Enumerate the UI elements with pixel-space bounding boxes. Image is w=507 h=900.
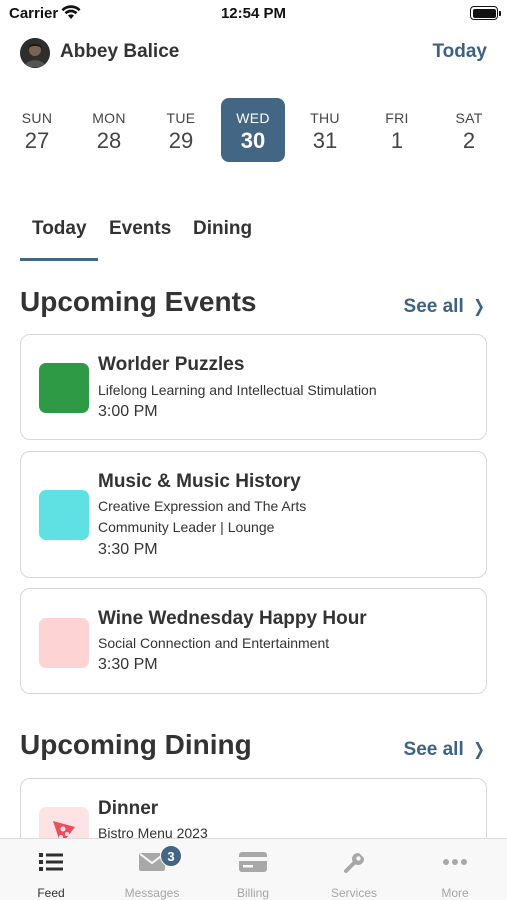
- day-thu[interactable]: THU 31: [293, 98, 357, 162]
- bottom-tab-bar: Feed 3 Messages Billing Services More: [0, 838, 507, 900]
- see-all-label: See all: [403, 739, 464, 760]
- profile-header: Abbey Balice Today: [20, 37, 487, 69]
- tab-bar-billing[interactable]: Billing: [203, 839, 303, 900]
- tab-bar-label: Services: [330, 886, 377, 900]
- day-sat[interactable]: SAT 2: [437, 98, 501, 162]
- event-card[interactable]: Wine Wednesday Happy Hour Social Connect…: [20, 588, 487, 694]
- avatar[interactable]: [20, 38, 50, 68]
- day-number: 1: [390, 128, 404, 153]
- battery-icon: [470, 6, 501, 20]
- event-card[interactable]: Music & Music History Creative Expressio…: [20, 451, 487, 578]
- day-of-week: THU: [310, 110, 340, 126]
- day-of-week: SUN: [21, 110, 53, 126]
- tab-bar-more[interactable]: More: [405, 839, 505, 900]
- event-color-swatch: [39, 618, 89, 668]
- upcoming-events-title: Upcoming Events: [20, 286, 257, 317]
- day-number: 31: [312, 128, 338, 153]
- credit-card-icon: [239, 852, 267, 872]
- event-time: 3:30 PM: [98, 656, 158, 673]
- day-number: 27: [24, 128, 50, 153]
- day-sun[interactable]: SUN 27: [5, 98, 69, 162]
- status-time: 12:54 PM: [220, 5, 287, 22]
- wrench-icon: [344, 852, 365, 873]
- day-fri[interactable]: FRI 1: [365, 98, 429, 162]
- today-button[interactable]: Today: [432, 41, 487, 63]
- tab-bar-label: Messages: [124, 886, 180, 900]
- see-all-label: See all: [403, 296, 464, 317]
- event-color-swatch: [39, 363, 89, 413]
- event-time: 3:00 PM: [98, 403, 158, 420]
- tab-bar-feed[interactable]: Feed: [1, 839, 101, 900]
- list-icon: [39, 853, 63, 871]
- tab-bar-label: Feed: [37, 886, 65, 900]
- dining-see-all-link[interactable]: See all ❯: [404, 739, 486, 761]
- day-of-week: WED: [236, 110, 270, 126]
- day-wed-selected[interactable]: WED 30: [221, 98, 285, 162]
- day-of-week: TUE: [166, 110, 196, 126]
- user-name: Abbey Balice: [60, 41, 180, 62]
- day-tue[interactable]: TUE 29: [149, 98, 213, 162]
- day-of-week: MON: [92, 110, 126, 126]
- day-number: 2: [462, 128, 476, 153]
- chevron-right-icon: ❯: [473, 740, 485, 759]
- dining-title: Dinner: [98, 798, 159, 819]
- tab-bar-label: More: [441, 886, 469, 900]
- day-number: 29: [168, 128, 194, 153]
- event-category: Social Connection and Entertainment: [98, 635, 330, 651]
- event-card[interactable]: Worlder Puzzles Lifelong Learning and In…: [20, 334, 487, 440]
- upcoming-dining-title: Upcoming Dining: [20, 729, 252, 760]
- day-of-week: SAT: [455, 110, 483, 126]
- day-of-week: FRI: [385, 110, 409, 126]
- active-tab-indicator: [20, 258, 98, 261]
- unread-badge: 3: [160, 845, 182, 867]
- events-see-all-link[interactable]: See all ❯: [404, 296, 486, 318]
- day-mon[interactable]: MON 28: [77, 98, 141, 162]
- tab-bar-services[interactable]: Services: [304, 839, 404, 900]
- event-time: 3:30 PM: [98, 541, 158, 558]
- tab-events[interactable]: Events: [109, 218, 171, 240]
- ellipsis-icon: [443, 859, 467, 865]
- event-title: Wine Wednesday Happy Hour: [98, 608, 367, 629]
- event-category: Lifelong Learning and Intellectual Stimu…: [98, 382, 377, 398]
- tab-bar-messages[interactable]: 3 Messages: [102, 839, 202, 900]
- event-location: Community Leader | Lounge: [98, 519, 275, 535]
- tab-bar-label: Billing: [236, 886, 269, 900]
- event-title: Worlder Puzzles: [98, 354, 245, 375]
- event-title: Music & Music History: [98, 471, 301, 492]
- chevron-right-icon: ❯: [473, 297, 485, 316]
- week-calendar-strip: SUN 27 MON 28 TUE 29 WED 30 THU 31 FRI 1…: [0, 98, 507, 164]
- status-bar: Carrier 12:54 PM: [0, 0, 507, 30]
- event-color-swatch: [39, 490, 89, 540]
- day-number: 28: [96, 128, 122, 153]
- tab-today[interactable]: Today: [32, 218, 87, 240]
- day-number: 30: [240, 128, 266, 153]
- event-category: Creative Expression and The Arts: [98, 498, 307, 514]
- tab-dining[interactable]: Dining: [193, 218, 252, 240]
